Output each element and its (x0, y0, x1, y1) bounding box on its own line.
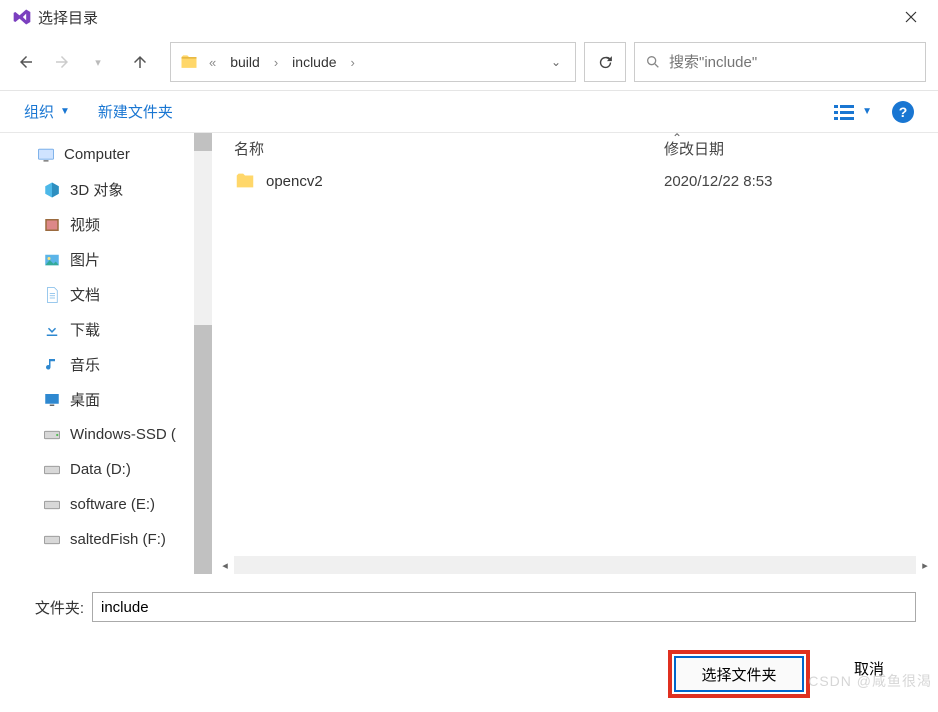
breadcrumb-item-include[interactable]: include (288, 52, 340, 72)
sidebar-item-label: 视频 (70, 214, 100, 235)
sidebar-item-label: 桌面 (70, 389, 100, 410)
sidebar-item-label: 3D 对象 (70, 179, 123, 200)
sidebar-item-3d-objects[interactable]: 3D 对象 (0, 172, 212, 207)
sidebar-item-label: 下载 (70, 319, 100, 340)
navbar: ▾ « build › include › ⌄ (0, 34, 938, 90)
vs-icon (12, 7, 32, 27)
sidebar-item-label: Computer (64, 146, 130, 163)
file-list: ⌃ 名称 修改日期 opencv2 2020/12/22 8:53 ◂ ▸ (212, 133, 938, 574)
content: Computer 3D 对象 视频 图片 文档 下载 (0, 132, 938, 574)
new-folder-label: 新建文件夹 (98, 101, 173, 122)
video-icon (42, 215, 62, 235)
view-mode-button[interactable]: ▼ (834, 103, 872, 121)
cube-icon (42, 180, 62, 200)
scroll-track[interactable] (234, 556, 916, 574)
picture-icon (42, 250, 62, 270)
music-icon (42, 355, 62, 375)
desktop-icon (42, 390, 62, 410)
footer: 文件夹: 选择文件夹 取消 (0, 574, 938, 712)
sidebar-item-label: software (E:) (70, 496, 155, 513)
document-icon (42, 285, 62, 305)
drive-icon (42, 495, 62, 515)
arrow-left-icon (17, 53, 35, 71)
sidebar-item-downloads[interactable]: 下载 (0, 312, 212, 347)
download-icon (42, 320, 62, 340)
list-header: ⌃ 名称 修改日期 (212, 133, 938, 163)
scroll-arrow-up[interactable] (194, 133, 212, 151)
computer-icon (36, 145, 56, 165)
column-header-name[interactable]: 名称 (234, 138, 664, 159)
scroll-arrow-right[interactable]: ▸ (916, 556, 934, 574)
folder-icon (179, 52, 199, 72)
arrow-right-icon (53, 53, 71, 71)
search-icon (645, 54, 661, 70)
organize-button[interactable]: 组织 ▼ (24, 101, 70, 122)
arrow-up-icon (131, 53, 149, 71)
file-date: 2020/12/22 8:53 (664, 173, 772, 190)
toolbar: 组织 ▼ 新建文件夹 ▼ ? (0, 90, 938, 132)
highlight-marker: 选择文件夹 (668, 650, 810, 698)
scroll-arrow-left[interactable]: ◂ (216, 556, 234, 574)
sidebar-item-label: 音乐 (70, 354, 100, 375)
sidebar: Computer 3D 对象 视频 图片 文档 下载 (0, 133, 212, 574)
chevron-right-icon: › (345, 55, 361, 70)
organize-label: 组织 (24, 101, 54, 122)
sort-arrow-icon: ⌃ (672, 131, 682, 145)
sidebar-item-drive-d[interactable]: Data (D:) (0, 452, 212, 487)
breadcrumb-item-build[interactable]: build (226, 52, 264, 72)
sidebar-item-desktop[interactable]: 桌面 (0, 382, 212, 417)
folder-input[interactable] (92, 592, 916, 622)
sidebar-item-label: 图片 (70, 249, 100, 270)
sidebar-scrollbar[interactable] (194, 133, 212, 574)
breadcrumb-sep: « (203, 55, 222, 70)
close-icon (905, 11, 917, 23)
sidebar-item-label: saltedFish (F:) (70, 531, 166, 548)
scroll-arrow-down[interactable] (194, 556, 212, 574)
horizontal-scrollbar[interactable]: ◂ ▸ (216, 556, 934, 574)
refresh-button[interactable] (584, 42, 626, 82)
sidebar-item-label: Windows-SSD ( (70, 426, 176, 443)
sidebar-item-pictures[interactable]: 图片 (0, 242, 212, 277)
file-name: opencv2 (266, 173, 664, 190)
chevron-down-icon: ▼ (60, 106, 70, 117)
breadcrumb-dropdown[interactable]: ⌄ (545, 55, 567, 69)
nav-back-button[interactable] (12, 48, 40, 76)
drive-icon (42, 460, 62, 480)
sidebar-item-drive-c[interactable]: Windows-SSD ( (0, 417, 212, 452)
search-input[interactable] (669, 54, 915, 71)
nav-recent-dropdown[interactable]: ▾ (84, 48, 112, 76)
button-row: 选择文件夹 取消 (22, 650, 916, 698)
folder-icon (234, 170, 256, 192)
column-header-date[interactable]: 修改日期 (664, 138, 938, 159)
sidebar-item-drive-f[interactable]: saltedFish (F:) (0, 522, 212, 557)
drive-icon (42, 425, 62, 445)
breadcrumb[interactable]: « build › include › ⌄ (170, 42, 576, 82)
refresh-icon (597, 54, 614, 71)
nav-up-button[interactable] (126, 48, 154, 76)
sidebar-item-computer[interactable]: Computer (0, 137, 212, 172)
sidebar-item-documents[interactable]: 文档 (0, 277, 212, 312)
search-box[interactable] (634, 42, 926, 82)
drive-icon (42, 530, 62, 550)
file-row-opencv2[interactable]: opencv2 2020/12/22 8:53 (212, 163, 938, 199)
sidebar-item-label: Data (D:) (70, 461, 131, 478)
folder-label: 文件夹: (22, 597, 84, 618)
sidebar-item-label: 文档 (70, 284, 100, 305)
sidebar-item-videos[interactable]: 视频 (0, 207, 212, 242)
view-list-icon (834, 103, 858, 121)
new-folder-button[interactable]: 新建文件夹 (98, 101, 173, 122)
scroll-thumb[interactable] (194, 325, 212, 557)
select-folder-button[interactable]: 选择文件夹 (674, 656, 804, 692)
sidebar-item-drive-e[interactable]: software (E:) (0, 487, 212, 522)
help-button[interactable]: ? (892, 101, 914, 123)
titlebar: 选择目录 (0, 0, 938, 34)
chevron-right-icon: › (268, 55, 284, 70)
cancel-button[interactable]: 取消 (826, 650, 912, 686)
sidebar-item-music[interactable]: 音乐 (0, 347, 212, 382)
window-title: 选择目录 (38, 7, 888, 28)
close-button[interactable] (888, 1, 934, 33)
folder-input-row: 文件夹: (22, 592, 916, 622)
nav-forward-button[interactable] (48, 48, 76, 76)
chevron-down-icon: ▼ (862, 106, 872, 117)
